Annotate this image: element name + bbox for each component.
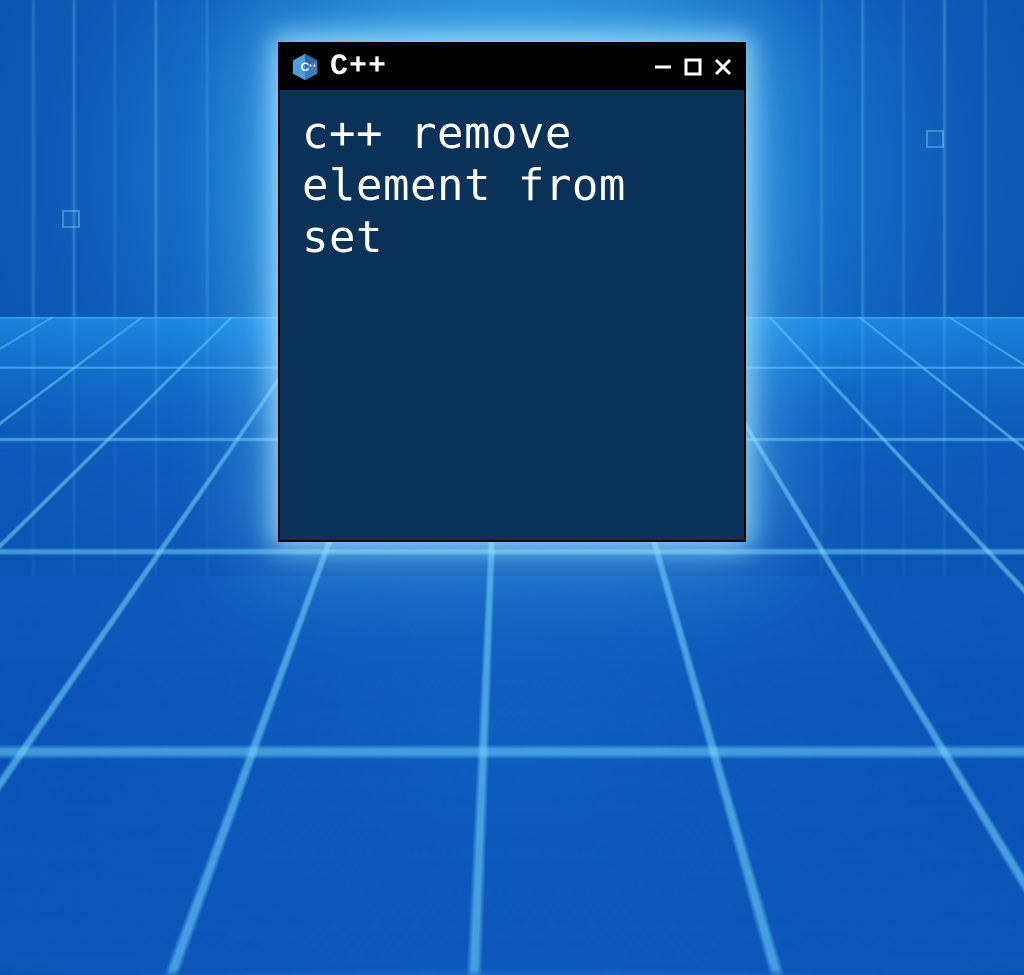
close-icon[interactable]	[712, 56, 734, 78]
terminal-body: c++ remove element from set	[280, 90, 744, 540]
minimize-icon[interactable]	[652, 56, 674, 78]
window-controls	[652, 56, 734, 78]
terminal-text: c++ remove element from set	[302, 108, 722, 264]
window-title: C++	[330, 50, 642, 84]
svg-text:C: C	[301, 60, 310, 74]
titlebar[interactable]: C + + C++	[280, 44, 744, 90]
cpp-logo-icon: C + +	[290, 52, 320, 82]
terminal-window: C + + C++ c++ remove element from set	[278, 42, 746, 542]
maximize-icon[interactable]	[682, 56, 704, 78]
